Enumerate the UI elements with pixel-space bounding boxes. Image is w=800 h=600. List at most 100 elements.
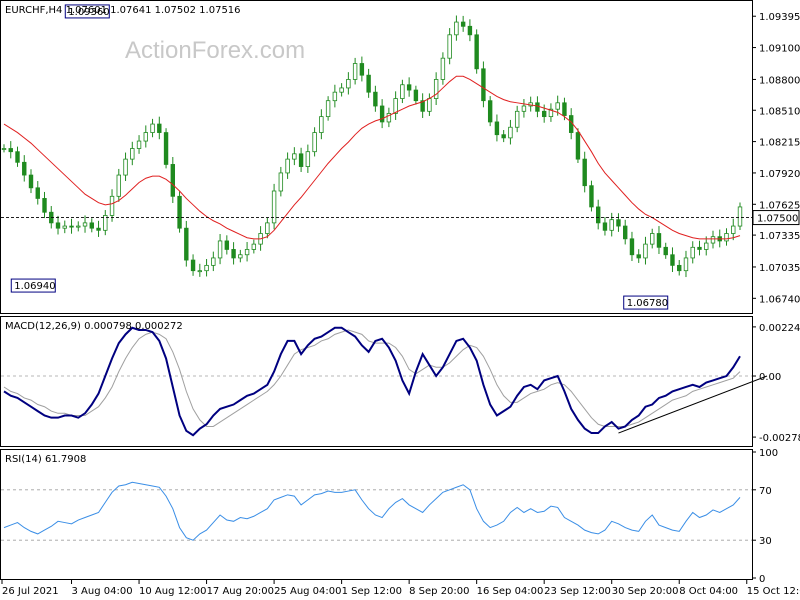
chart-canvas: ActionForex.com 1.093601.069401.06780 EU… <box>0 0 800 597</box>
price-tick-label: 1.07035 <box>759 263 800 274</box>
candle-body <box>285 158 290 174</box>
candle-body <box>413 89 419 102</box>
price-tick-label: 1.09395 <box>759 12 800 23</box>
candle-body <box>366 74 371 93</box>
candle-body <box>339 87 344 93</box>
candle-body <box>265 222 270 234</box>
candle-body <box>737 206 743 227</box>
candle-body <box>231 249 236 259</box>
candle-body <box>157 123 162 133</box>
candle-body <box>251 243 257 250</box>
x-tick-label: 1 Sep 12:00 <box>342 586 402 597</box>
candle-body <box>514 110 520 128</box>
price-tick-label: 1.07625 <box>759 200 800 211</box>
candle-body <box>541 110 547 118</box>
candle-body <box>616 219 621 227</box>
x-tick-label: 16 Sep 04:00 <box>477 586 544 597</box>
candle-body <box>683 257 689 272</box>
candle-body <box>271 190 277 224</box>
macd-plot <box>1 326 768 437</box>
candle-body <box>197 270 203 273</box>
candle-body <box>731 225 736 234</box>
candle-body <box>35 187 40 199</box>
candle-body <box>150 123 155 133</box>
candle-body <box>1 148 7 150</box>
price-annotation-label: 1.06780 <box>627 298 668 309</box>
macd-signal-line <box>3 329 741 427</box>
candle-body <box>224 240 230 250</box>
candle-body <box>467 25 473 36</box>
candle-body <box>427 98 432 112</box>
x-tick-label: 26 Jul 2021 <box>2 586 59 597</box>
candle-body <box>670 254 675 266</box>
x-tick-label: 3 Aug 04:00 <box>72 586 133 597</box>
moving-average-line <box>3 75 741 240</box>
x-tick-label: 8 Oct 04:00 <box>679 586 738 597</box>
x-tick-label: 15 Oct 12:00 <box>747 586 800 597</box>
candle-body <box>582 158 587 187</box>
axes: 1.09395 1.09100 1.08800 1.08510 1.08215 1.079… <box>1 12 800 597</box>
candle-body <box>177 195 182 229</box>
candle-body <box>643 243 648 259</box>
candle-body <box>238 254 243 259</box>
candle-body <box>96 227 101 231</box>
candle-body <box>184 227 189 261</box>
candle-body <box>123 158 128 176</box>
candle-body <box>636 254 641 259</box>
rsi-panel-frame <box>0 449 753 580</box>
candle-body <box>244 249 250 256</box>
price-tick-label: 1.07335 <box>759 231 800 242</box>
x-tick-label: 17 Aug 20:00 <box>207 586 274 597</box>
candle-body <box>305 151 311 167</box>
rsi-tick-label: 30 <box>759 536 772 547</box>
rsi-line <box>3 481 741 541</box>
candle-body <box>393 98 398 114</box>
candle-body <box>440 57 446 80</box>
candle-body <box>136 140 142 149</box>
candle-body <box>623 225 628 240</box>
candle-body <box>190 259 196 272</box>
candle-body <box>373 91 378 107</box>
candle-body <box>22 161 27 176</box>
candle-body <box>292 153 297 160</box>
price-tick-label: 1.08800 <box>759 75 800 86</box>
macd-tick-label: 0.00 <box>759 372 781 383</box>
candle-body <box>130 148 135 160</box>
candle-body <box>447 34 452 59</box>
candle-body <box>663 246 668 256</box>
candle-body <box>650 233 655 245</box>
candle-body <box>562 102 567 116</box>
candle-body <box>62 225 67 229</box>
candle-body <box>535 102 540 112</box>
candle-body <box>28 174 34 189</box>
candle-body <box>589 185 594 208</box>
candle-body <box>325 100 331 118</box>
candle-body <box>656 233 662 248</box>
x-tick-label: 8 Sep 20:00 <box>409 586 469 597</box>
candle-body <box>596 206 601 224</box>
rsi-tick-label: 100 <box>759 448 778 459</box>
price-panel-frame <box>0 0 753 314</box>
candle-body <box>170 164 176 197</box>
macd-header: MACD(12,26,9) 0.000798 0.000272 <box>5 321 183 332</box>
price-tick-label: 1.09100 <box>759 44 800 55</box>
candle-body <box>163 132 169 165</box>
candle-body <box>454 21 459 36</box>
candle-body <box>42 198 47 213</box>
candle-body <box>278 172 284 192</box>
candle-body <box>629 238 635 256</box>
candle-body <box>690 246 695 259</box>
x-tick-label: 25 Aug 04:00 <box>274 586 341 597</box>
candle-body <box>487 100 493 123</box>
candle-body <box>143 132 148 142</box>
candle-body <box>406 84 412 91</box>
candle-body <box>8 148 13 153</box>
candle-body <box>474 34 479 70</box>
candle-body <box>109 195 115 216</box>
candle-body <box>332 91 338 102</box>
candle-body <box>211 257 216 266</box>
candle-body <box>521 105 527 112</box>
price-tick-label: 1.06740 <box>759 294 800 305</box>
candle-body <box>359 63 365 76</box>
current-price-label: 1.07500 <box>757 214 798 225</box>
